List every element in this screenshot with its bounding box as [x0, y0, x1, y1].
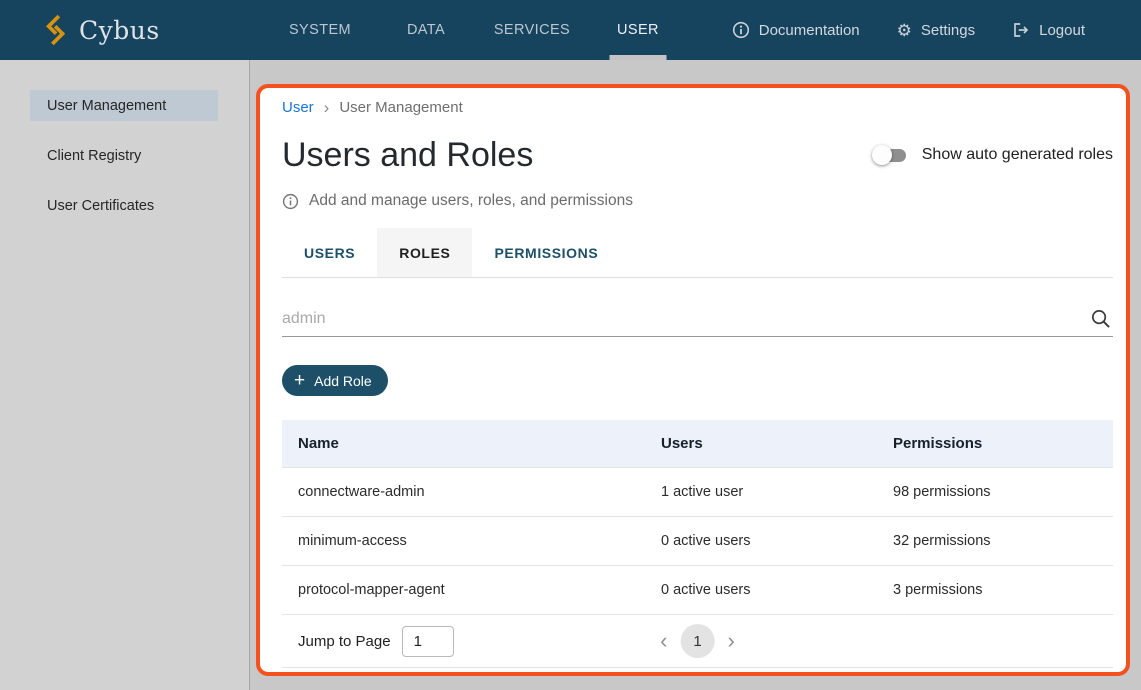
toggle-thumb — [872, 145, 892, 165]
jump-to-page-input[interactable] — [402, 626, 454, 657]
chevron-right-icon: › — [324, 99, 330, 116]
top-navbar: Cybus SYSTEM DATA SERVICES USER Document… — [0, 0, 1141, 60]
role-users: 0 active users — [645, 533, 877, 549]
documentation-label: Documentation — [759, 22, 860, 39]
breadcrumb-link-user[interactable]: User — [282, 99, 314, 116]
role-name: protocol-mapper-agent — [282, 582, 645, 598]
sidebar: User Management Client Registry User Cer… — [0, 60, 250, 690]
tab-roles[interactable]: ROLES — [377, 228, 472, 277]
current-page-button[interactable]: 1 — [681, 624, 715, 658]
table-row[interactable]: minimum-access 0 active users 32 permiss… — [282, 517, 1113, 566]
nav-item-user[interactable]: USER — [585, 0, 691, 60]
column-header-users: Users — [645, 435, 877, 452]
roles-table: Name Users Permissions connectware-admin… — [282, 420, 1113, 668]
nav-item-services[interactable]: SERVICES — [479, 0, 585, 60]
add-role-button[interactable]: + Add Role — [282, 365, 388, 396]
page-title: Users and Roles — [282, 136, 533, 175]
title-row: Users and Roles Show auto generated role… — [282, 133, 1113, 177]
brand-name: Cybus — [79, 16, 160, 45]
add-role-label: Add Role — [314, 373, 372, 389]
role-name: connectware-admin — [282, 484, 645, 500]
cybus-logo-icon — [44, 14, 70, 46]
logout-icon — [1012, 21, 1030, 39]
brand[interactable]: Cybus — [44, 0, 160, 60]
search-input[interactable] — [282, 310, 1090, 328]
search-icon[interactable] — [1090, 308, 1111, 329]
role-permissions: 32 permissions — [877, 533, 1113, 549]
sidebar-item-client-registry[interactable]: Client Registry — [30, 140, 218, 171]
role-users: 1 active user — [645, 484, 877, 500]
auto-roles-toggle-group: Show auto generated roles — [872, 145, 1113, 165]
breadcrumb-current: User Management — [339, 99, 462, 116]
sidebar-item-user-certificates[interactable]: User Certificates — [30, 190, 218, 221]
page-subtitle: Add and manage users, roles, and permiss… — [309, 192, 633, 210]
content-card: User › User Management Users and Roles S… — [260, 88, 1126, 672]
nav-menu: SYSTEM DATA SERVICES USER — [267, 0, 691, 60]
nav-item-system[interactable]: SYSTEM — [267, 0, 373, 60]
info-icon — [282, 193, 299, 210]
table-row[interactable]: connectware-admin 1 active user 98 permi… — [282, 468, 1113, 517]
subtitle-row: Add and manage users, roles, and permiss… — [282, 191, 1113, 211]
logout-label: Logout — [1039, 22, 1085, 39]
table-header-row: Name Users Permissions — [282, 420, 1113, 468]
tabs: USERS ROLES PERMISSIONS — [282, 228, 1113, 278]
gear-icon: ⚙ — [897, 22, 912, 39]
sidebar-item-user-management[interactable]: User Management — [30, 90, 218, 121]
role-permissions: 98 permissions — [877, 484, 1113, 500]
role-name: minimum-access — [282, 533, 645, 549]
tab-permissions[interactable]: PERMISSIONS — [472, 228, 620, 277]
settings-label: Settings — [921, 22, 975, 39]
search-bar — [282, 301, 1113, 337]
auto-roles-toggle[interactable] — [872, 145, 908, 165]
info-icon — [732, 21, 750, 39]
next-page-icon[interactable]: › — [728, 630, 735, 652]
tab-users[interactable]: USERS — [282, 228, 377, 277]
plus-icon: + — [294, 371, 305, 390]
logout-link[interactable]: Logout — [1012, 21, 1085, 39]
jump-to-page-label: Jump to Page — [298, 633, 391, 650]
nav-item-data[interactable]: DATA — [373, 0, 479, 60]
column-header-name: Name — [282, 435, 645, 452]
pager: ‹ 1 › — [660, 624, 735, 658]
role-users: 0 active users — [645, 582, 877, 598]
column-header-permissions: Permissions — [877, 435, 1113, 452]
table-row[interactable]: protocol-mapper-agent 0 active users 3 p… — [282, 566, 1113, 615]
settings-link[interactable]: ⚙ Settings — [897, 22, 975, 39]
auto-roles-toggle-label: Show auto generated roles — [922, 146, 1113, 164]
breadcrumb: User › User Management — [282, 97, 1113, 117]
documentation-link[interactable]: Documentation — [732, 21, 860, 39]
previous-page-icon[interactable]: ‹ — [660, 630, 667, 652]
nav-actions: Documentation ⚙ Settings Logout — [732, 0, 1085, 60]
table-pagination-row: Jump to Page ‹ 1 › — [282, 615, 1113, 668]
role-permissions: 3 permissions — [877, 582, 1113, 598]
